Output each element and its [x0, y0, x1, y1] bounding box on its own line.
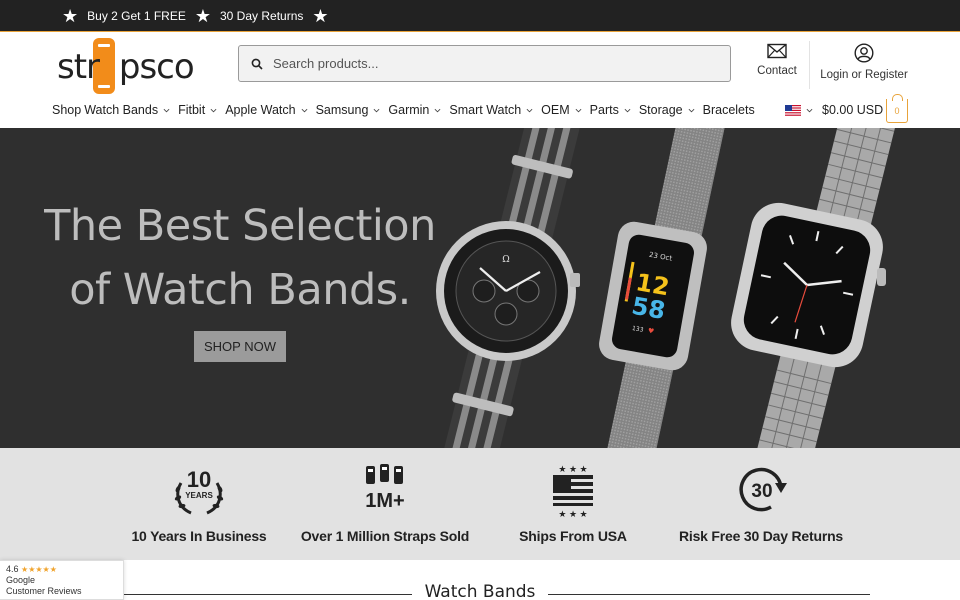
chevron-down-icon: [575, 108, 582, 112]
nav-item-bracelets[interactable]: Bracelets: [703, 103, 755, 117]
envelope-icon: [767, 43, 787, 59]
promo-bar: ★ Buy 2 Get 1 FREE ★ 30 Day Returns ★: [0, 0, 960, 32]
svg-text:30: 30: [751, 481, 772, 502]
review-stars: ★★★★★: [21, 565, 57, 574]
hero-watches-image: Ω 23 Oct 12 58 133 ♥: [436, 128, 897, 448]
smartwatch-image: [731, 128, 897, 448]
star-icon: ★: [62, 5, 79, 26]
chronograph-watch-image: Ω: [436, 128, 582, 448]
feature-label: Ships From USA: [519, 528, 627, 544]
chevron-down-icon: [301, 108, 308, 112]
section-title: Watch Bands: [424, 582, 536, 600]
logo-text: strapsco: [57, 47, 195, 87]
svg-text:★ ★ ★: ★ ★ ★: [558, 464, 587, 474]
chevron-down-icon: [688, 108, 695, 112]
svg-text:★ ★ ★: ★ ★ ★: [558, 509, 587, 519]
svg-text:YEARS: YEARS: [185, 491, 213, 500]
nav-item-garmin[interactable]: Garmin: [388, 103, 441, 117]
site-header: strapsco Contact Login or Register Shop …: [0, 33, 960, 128]
straps-sold-icon: 1M+: [365, 464, 405, 512]
feature-label: Over 1 Million Straps Sold: [300, 528, 470, 544]
shop-now-button[interactable]: SHOP NOW: [194, 331, 286, 362]
nav-item-shop[interactable]: Shop: [52, 103, 81, 117]
reviews-source: Google: [6, 575, 36, 585]
contact-link[interactable]: Contact: [754, 43, 800, 77]
nav-item-oem[interactable]: OEM: [541, 103, 582, 117]
search-icon: [251, 58, 263, 70]
section-heading: Watch Bands: [124, 582, 870, 600]
nav-item-fitbit[interactable]: Fitbit: [178, 103, 217, 117]
account-label: Login or Register: [820, 69, 908, 81]
nav-item-parts[interactable]: Parts: [590, 103, 631, 117]
divider-line: [124, 594, 412, 595]
account-link[interactable]: Login or Register: [818, 43, 910, 81]
chevron-down-icon: [210, 108, 217, 112]
review-rating: 4.6: [6, 564, 19, 574]
site-logo[interactable]: strapsco: [57, 38, 202, 94]
hero-banner: The Best Selection of Watch Bands. SHOP …: [0, 128, 960, 448]
cart-total: $0.00 USD: [822, 103, 884, 117]
contact-label: Contact: [757, 65, 797, 77]
nav-item-watch-bands[interactable]: Watch Bands: [84, 103, 170, 117]
star-icon: ★: [194, 5, 211, 26]
user-icon: [854, 43, 874, 63]
feature-straps-sold: 1M+ Over 1 Million Straps Sold: [285, 463, 485, 544]
nav-item-apple-watch[interactable]: Apple Watch: [225, 103, 308, 117]
nav-item-samsung[interactable]: Samsung: [316, 103, 381, 117]
svg-text:58: 58: [630, 292, 668, 325]
feature-risk-free-returns: 30 Risk Free 30 Day Returns: [661, 463, 861, 544]
main-nav: Shop Watch Bands Fitbit Apple Watch Sams…: [52, 103, 763, 117]
usa-flag-icon: ★ ★ ★ ★ ★ ★: [553, 464, 593, 519]
cart-button[interactable]: 0: [886, 94, 908, 123]
divider-line: [548, 594, 870, 595]
header-divider: [809, 41, 810, 89]
return-30-icon: 30: [739, 467, 787, 512]
promo-message-bogo: Buy 2 Get 1 FREE: [87, 8, 186, 23]
reviews-label: Customer Reviews: [6, 586, 82, 596]
chevron-down-icon: [806, 108, 813, 112]
feature-ships-from-usa: ★ ★ ★ ★ ★ ★ Ships From USA: [473, 463, 673, 544]
google-reviews-badge[interactable]: 4.6 ★★★★★ Google Customer Reviews: [0, 560, 124, 600]
currency-selector[interactable]: $0.00 USD: [785, 103, 883, 117]
promo-message-returns: 30 Day Returns: [220, 8, 304, 23]
features-strip: 10 YEARS 10 Years In Business 1M+ Over 1…: [0, 448, 960, 560]
chevron-down-icon: [434, 108, 441, 112]
feature-label: 10 Years In Business: [131, 528, 267, 544]
chevron-down-icon: [526, 108, 533, 112]
feature-years-in-business: 10 YEARS 10 Years In Business: [99, 463, 299, 544]
nav-item-storage[interactable]: Storage: [639, 103, 695, 117]
star-icon: ★: [312, 5, 329, 26]
search-bar[interactable]: [238, 45, 731, 82]
chevron-down-icon: [373, 108, 380, 112]
fitness-tracker-image: 23 Oct 12 58 133 ♥: [599, 128, 727, 448]
chevron-down-icon: [624, 108, 631, 112]
laurel-10-years-icon: 10 YEARS: [174, 467, 224, 515]
svg-text:Ω: Ω: [502, 255, 509, 265]
cart-count: 0: [894, 105, 900, 116]
nav-item-smart-watch[interactable]: Smart Watch: [449, 103, 533, 117]
feature-label: Risk Free 30 Day Returns: [678, 528, 844, 544]
search-input[interactable]: [273, 56, 693, 71]
svg-text:10: 10: [187, 467, 211, 492]
svg-text:1M+: 1M+: [365, 490, 404, 512]
hero-headline: The Best Selection of Watch Bands.: [44, 201, 436, 315]
us-flag-icon: [785, 104, 801, 116]
chevron-down-icon: [163, 108, 170, 112]
